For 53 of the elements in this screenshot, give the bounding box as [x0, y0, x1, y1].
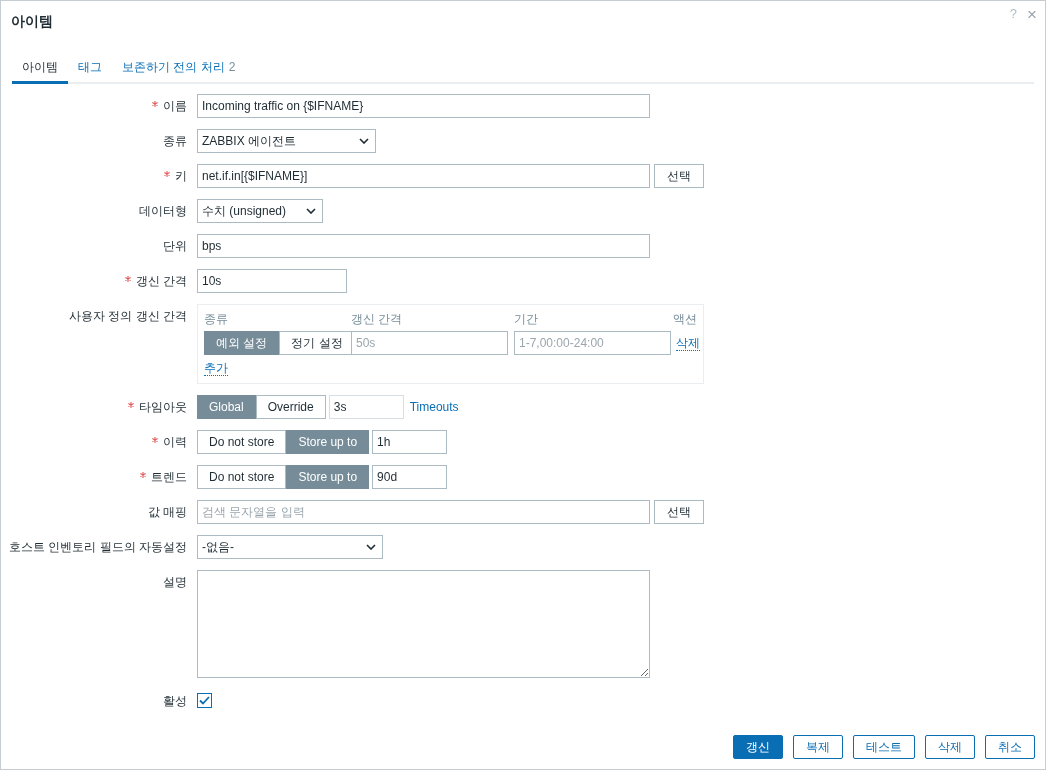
text-field[interactable]: 1-7,00:00-24:00: [514, 331, 671, 355]
checkbox[interactable]: [197, 693, 212, 708]
dropdown[interactable]: -없음-: [197, 535, 383, 559]
column-header: 갱신 간격: [351, 311, 404, 328]
field-label: 트렌드: [151, 469, 187, 486]
text-field[interactable]: 검색 문자열을 입력: [197, 500, 650, 524]
field-label: 사용자 정의 갱신 간격: [69, 308, 187, 325]
tab[interactable]: 아이템: [12, 53, 68, 84]
text-field[interactable]: 10s: [197, 269, 347, 293]
field-label: 값 매핑: [147, 504, 187, 521]
toggle-option[interactable]: Do not store: [197, 430, 287, 454]
select-button[interactable]: 선택: [654, 500, 704, 524]
remove-link[interactable]: 삭제: [676, 335, 700, 351]
toggle-option[interactable]: Do not store: [197, 465, 287, 489]
dialog-title: 아이템: [11, 11, 53, 31]
timeouts-link[interactable]: Timeouts: [409, 398, 459, 416]
add-link[interactable]: 추가: [204, 361, 228, 376]
action-button[interactable]: 복제: [793, 735, 843, 759]
chevron-down-icon: [359, 138, 369, 144]
text-field[interactable]: bps: [197, 234, 650, 258]
toggle-option[interactable]: Override: [255, 395, 326, 419]
primary-button[interactable]: 갱신: [733, 735, 783, 759]
field-label: 종류: [163, 133, 187, 150]
dropdown[interactable]: 수치 (unsigned): [197, 199, 323, 223]
field-label: 이름: [163, 98, 187, 115]
text-field[interactable]: Incoming traffic on {$IFNAME}: [197, 94, 650, 118]
select-button[interactable]: 선택: [654, 164, 704, 188]
action-button[interactable]: 삭제: [925, 735, 975, 759]
chevron-down-icon: [366, 544, 376, 550]
action-button[interactable]: 테스트: [853, 735, 915, 759]
text-field[interactable]: 1h: [372, 430, 448, 454]
text-field[interactable]: 50s: [351, 331, 508, 355]
field-label: 키: [175, 168, 187, 185]
column-header: 종류: [204, 311, 229, 328]
text-field[interactable]: net.if.in[{$IFNAME}]: [197, 164, 650, 188]
action-button[interactable]: 취소: [985, 735, 1035, 759]
tab[interactable]: 보존하기 전의 처리 2: [112, 53, 246, 84]
text-field[interactable]: 3s: [328, 395, 404, 419]
field-label: 이력: [163, 434, 187, 451]
column-header: 액션: [672, 311, 697, 328]
field-label: 활성: [163, 693, 187, 710]
tab[interactable]: 태그: [68, 53, 112, 84]
field-label: 단위: [163, 238, 187, 255]
text-field[interactable]: 90d: [372, 465, 448, 489]
field-label: 갱신 간격: [135, 273, 187, 290]
description-field[interactable]: [197, 570, 650, 678]
field-label: 타임아웃: [139, 399, 187, 416]
dropdown[interactable]: ZABBIX 에이전트: [197, 129, 376, 153]
field-label: 데이터형: [139, 203, 187, 220]
field-label: 호스트 인벤토리 필드의 자동설정: [9, 539, 187, 556]
field-label: 설명: [163, 574, 187, 591]
column-header: 기간: [514, 311, 539, 328]
chevron-down-icon: [306, 208, 316, 214]
